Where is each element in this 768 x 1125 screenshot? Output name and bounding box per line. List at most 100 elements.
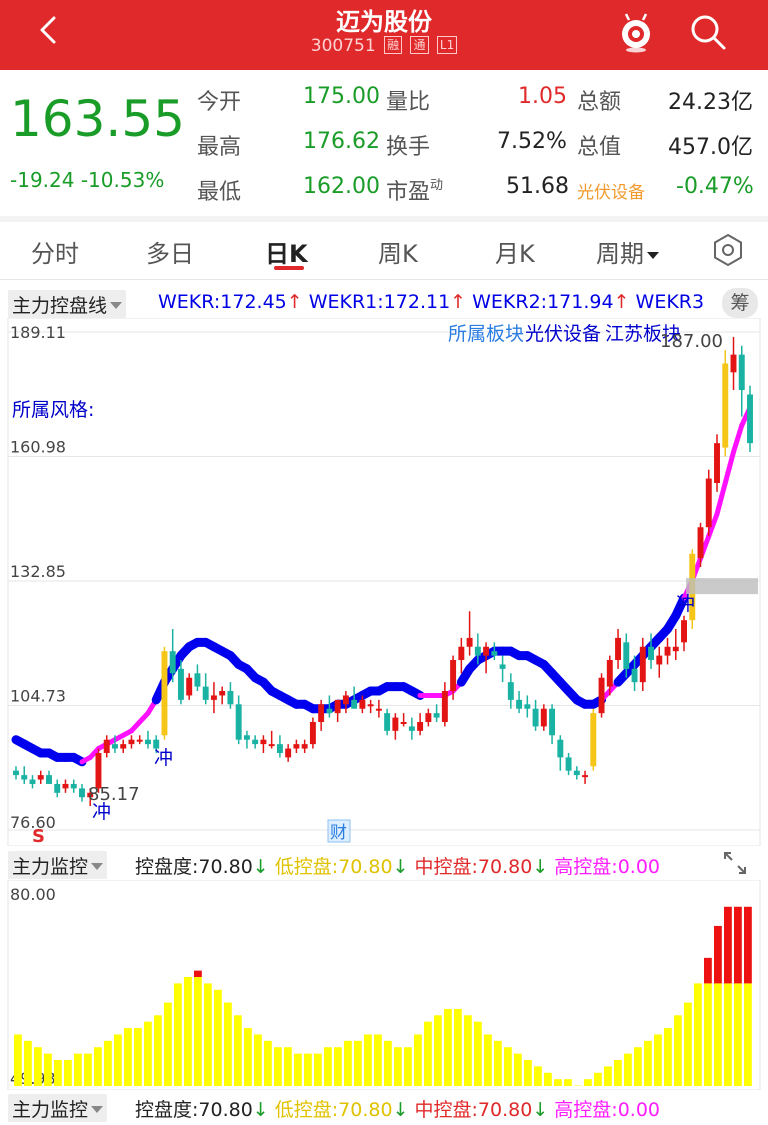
control-bar-low bbox=[394, 1047, 402, 1086]
control-degree: 控盘度:70.80↓ bbox=[135, 856, 269, 878]
style-label: 所属风格: bbox=[12, 399, 94, 421]
candle-body bbox=[450, 660, 457, 692]
tab-intraday[interactable]: 分时 bbox=[31, 234, 79, 269]
control-bar-low bbox=[654, 1034, 662, 1086]
control-bar-low bbox=[34, 1047, 42, 1086]
control-bar-low bbox=[464, 1015, 472, 1086]
control-bar-low bbox=[474, 1021, 482, 1086]
control-bar-low bbox=[614, 1060, 622, 1086]
candle-body bbox=[565, 757, 572, 771]
candle-body bbox=[499, 664, 506, 669]
last-price: 163.55 bbox=[10, 90, 185, 148]
control-bar-low bbox=[364, 1034, 372, 1086]
tab-daily-k[interactable]: 日K bbox=[265, 234, 308, 269]
candle-body bbox=[235, 704, 242, 740]
candle-body bbox=[375, 708, 382, 711]
settings-hexagon-icon[interactable] bbox=[710, 232, 746, 268]
candle-body bbox=[70, 783, 77, 789]
control-bar-low bbox=[434, 1015, 442, 1086]
control-bar-low bbox=[254, 1034, 262, 1086]
control-bar-mid bbox=[724, 906, 732, 984]
candle-body bbox=[37, 775, 44, 780]
control-bar-low bbox=[374, 1034, 382, 1086]
candle-body bbox=[111, 744, 118, 749]
low-control: 低控盘:70.80↓ bbox=[274, 856, 409, 878]
control-bar-low bbox=[534, 1066, 542, 1086]
candle-body bbox=[656, 655, 663, 665]
candle-body bbox=[334, 699, 341, 714]
tab-multi-day[interactable]: 多日 bbox=[146, 234, 194, 269]
candle-body bbox=[491, 651, 498, 656]
y-tick-label: 104.73 bbox=[10, 686, 66, 705]
high-price-label: 187.00 bbox=[660, 331, 723, 352]
control-bar-low bbox=[704, 983, 712, 1086]
control-bar-low bbox=[184, 977, 192, 1086]
control-bar-low bbox=[344, 1040, 352, 1086]
candle-body bbox=[557, 739, 564, 758]
control-bar-low bbox=[304, 1053, 312, 1086]
control-bar-low bbox=[284, 1047, 292, 1086]
chong-signal: 冲 bbox=[92, 801, 111, 823]
search-icon[interactable] bbox=[686, 10, 730, 54]
expand-icon[interactable] bbox=[720, 848, 750, 878]
chip-distribution-button[interactable]: 筹 bbox=[722, 288, 758, 318]
y-tick-label: 189.11 bbox=[10, 323, 66, 342]
candle-body bbox=[615, 637, 622, 661]
sell-signal: S bbox=[32, 826, 45, 846]
low-value: 162.00 bbox=[303, 174, 380, 199]
candle-body bbox=[400, 721, 407, 724]
candle-body bbox=[293, 744, 300, 749]
control-bar-low bbox=[354, 1040, 362, 1086]
robot-assistant-icon[interactable] bbox=[614, 10, 658, 54]
control-bar-low bbox=[64, 1060, 72, 1086]
candle-body bbox=[161, 651, 168, 736]
main-indicator-select[interactable]: 主力控盘线 bbox=[8, 290, 127, 318]
open-label: 今开 bbox=[197, 90, 242, 115]
control-bar-mid bbox=[704, 957, 712, 984]
chevron-down-icon bbox=[91, 1106, 104, 1113]
candle bbox=[705, 469, 712, 537]
candle-body bbox=[540, 708, 547, 727]
candle-body bbox=[219, 691, 226, 696]
control-bar-low bbox=[414, 1034, 422, 1086]
chevron-down-icon bbox=[647, 252, 659, 259]
candle-body bbox=[120, 744, 127, 749]
candle bbox=[722, 350, 729, 457]
control-bar-mid bbox=[734, 906, 742, 984]
candle-body bbox=[186, 677, 193, 696]
candle-body bbox=[301, 744, 308, 749]
control-bar-low bbox=[454, 1008, 462, 1086]
sector-label[interactable]: 光伏设备 bbox=[577, 178, 645, 203]
turnover-amount-value: 24.23亿 bbox=[668, 90, 753, 115]
sector-label: 所属板块 bbox=[448, 323, 524, 345]
control-bar-chart[interactable]: 80.0049.93 bbox=[0, 880, 768, 1090]
volume-ratio-value: 1.05 bbox=[518, 84, 567, 109]
control-bar-low bbox=[684, 1002, 692, 1086]
control-bar-low bbox=[494, 1040, 502, 1086]
candle-body bbox=[136, 739, 143, 742]
control-bar-low bbox=[734, 983, 742, 1086]
candle-body bbox=[79, 788, 85, 798]
tab-period[interactable]: 周期 bbox=[596, 234, 659, 269]
control-bar-low bbox=[114, 1034, 122, 1086]
candle-body bbox=[169, 651, 176, 674]
tab-weekly-k[interactable]: 周K bbox=[378, 234, 418, 269]
control-bar-low bbox=[714, 983, 722, 1086]
chart-frame bbox=[7, 318, 761, 846]
sub-indicator-bar: 主力监控 控盘度:70.80↓ 低控盘:70.80↓ 中控盘:70.80↓ 高控… bbox=[0, 849, 768, 879]
candle-body bbox=[268, 744, 275, 747]
sector-change: -0.47% bbox=[676, 174, 754, 199]
candle-body bbox=[243, 735, 250, 740]
candle-body bbox=[639, 646, 646, 683]
candle-body bbox=[351, 699, 358, 709]
high-value: 176.62 bbox=[303, 129, 380, 154]
sub-indicator-select-bottom[interactable]: 主力监控 bbox=[8, 1094, 108, 1122]
candlestick-chart[interactable]: 189.11160.98132.85104.7376.60所属板块 光伏设备 江苏板… bbox=[0, 318, 768, 846]
candle-body bbox=[664, 646, 671, 656]
candle-body bbox=[260, 739, 267, 745]
tab-monthly-k[interactable]: 月K bbox=[495, 234, 535, 269]
control-bar-low bbox=[644, 1040, 652, 1086]
sub-indicator-select[interactable]: 主力监控 bbox=[8, 851, 108, 879]
candle-body bbox=[549, 708, 556, 736]
candle-body bbox=[466, 637, 473, 647]
